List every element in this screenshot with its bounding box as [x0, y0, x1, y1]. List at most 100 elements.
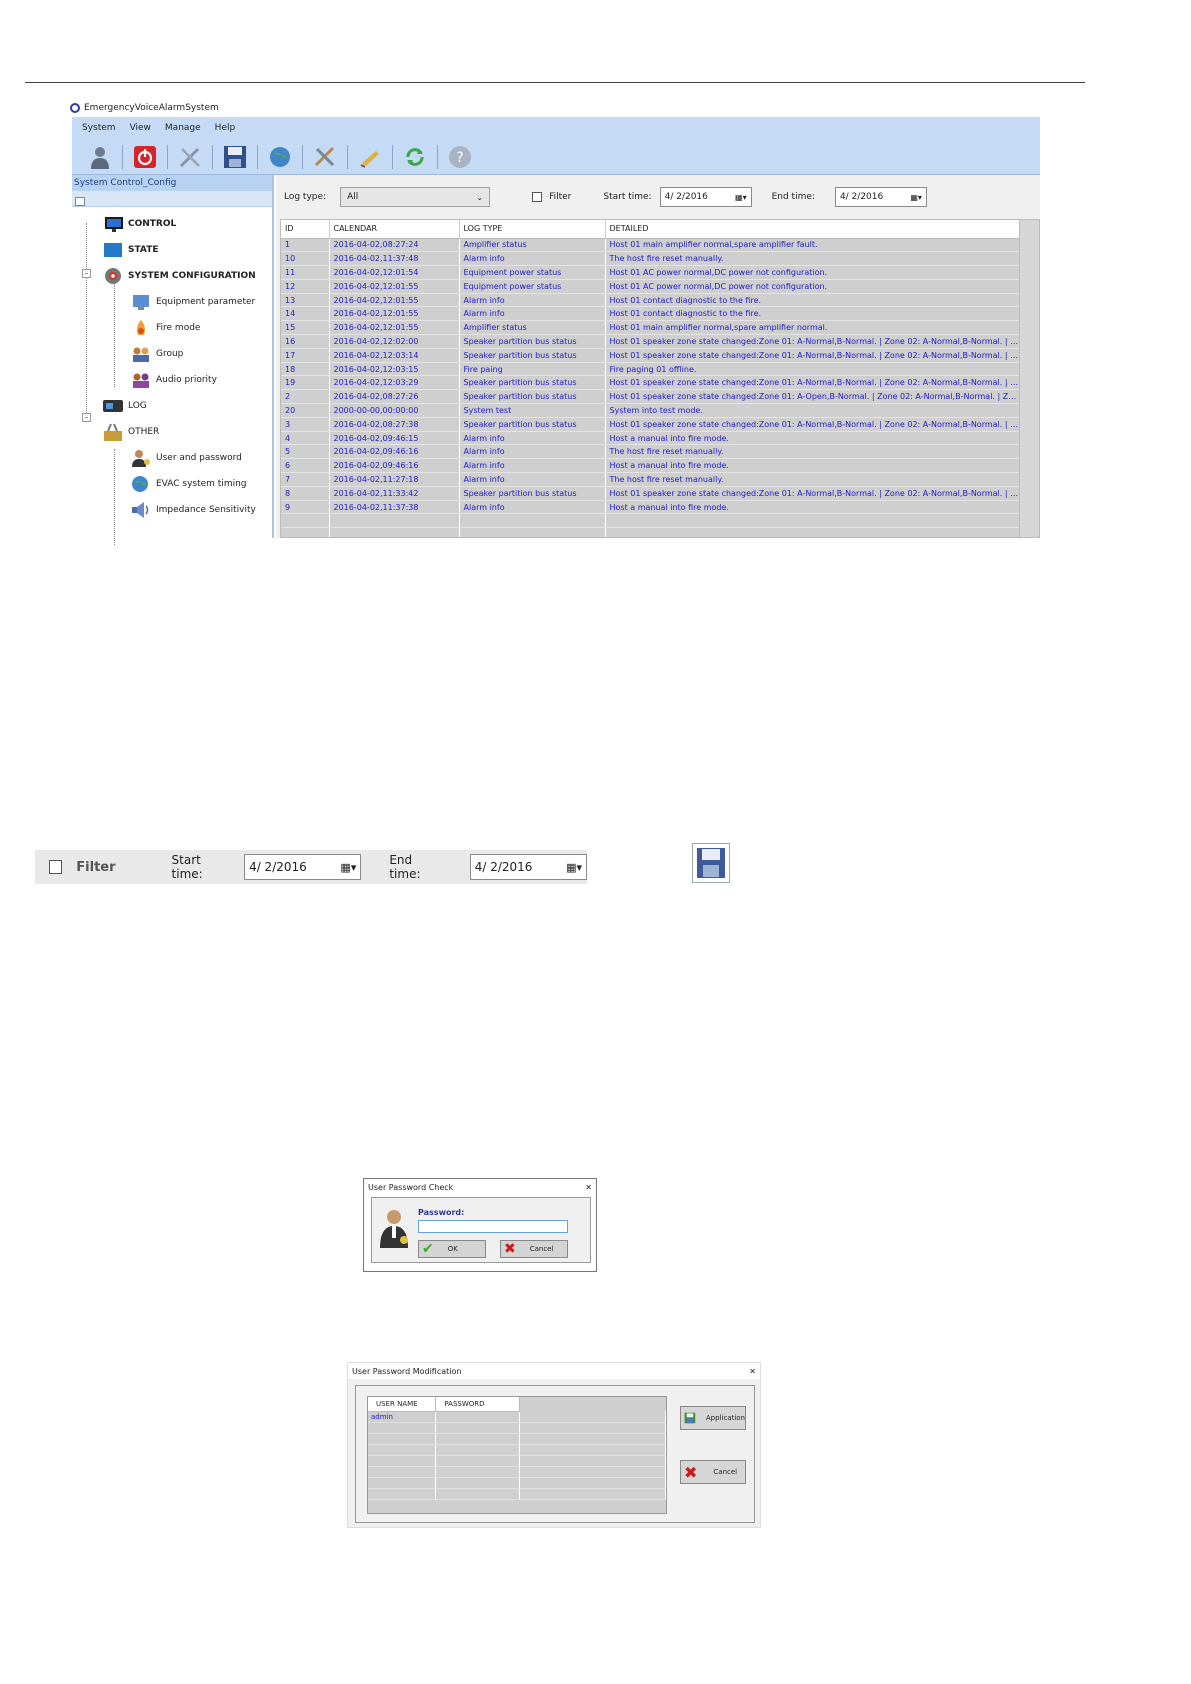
cell-password [435, 1411, 521, 1423]
cell-detailed: Fire paging 01 offline. [605, 362, 1022, 377]
save-icon[interactable] [219, 142, 251, 172]
table-row[interactable]: 19 2016-04-02,12:03:29 Speaker partition b… [281, 375, 1022, 391]
menu-system[interactable]: System [82, 123, 116, 133]
calendar-icon[interactable]: ▦▾ [735, 193, 747, 202]
column-header-log-type[interactable]: LOG TYPE [459, 220, 606, 239]
table-row[interactable]: 7 2016-04-02,11:27:18 Alarm info The host f… [281, 472, 1022, 487]
filter-checkbox[interactable] [49, 860, 63, 874]
copy-icon[interactable] [75, 197, 85, 206]
tree-item-other[interactable]: OTHER [72, 419, 272, 445]
calendar-icon[interactable]: ▦▾ [340, 861, 356, 874]
globe-icon[interactable] [264, 142, 296, 172]
user-table-body: admin [368, 1411, 666, 1500]
column-header-calendar[interactable]: CALENDAR [329, 220, 460, 239]
log-grid: ID CALENDAR LOG TYPE DETAILED 1 2016-04-0… [280, 219, 1040, 538]
help-icon[interactable]: ? [444, 142, 476, 172]
filter-label: Filter [76, 859, 116, 875]
power-icon[interactable] [129, 142, 161, 172]
table-row[interactable]: 14 2016-04-02,12:01:55 Alarm info Host 01 c… [281, 306, 1022, 322]
password-check-dialog: User Password Check ✕ Password: ✔ OK ✖ C… [363, 1178, 597, 1272]
cell-log-type: Alarm info [459, 306, 606, 322]
close-icon[interactable]: ✕ [749, 1367, 756, 1376]
table-row[interactable]: 2 2016-04-02,08:27:26 Speaker partition bu… [281, 389, 1022, 405]
cancel-button[interactable]: ✖ Cancel [500, 1240, 568, 1258]
app-title-bar: EmergencyVoiceAlarmSystem [70, 100, 219, 116]
table-row[interactable]: 9 2016-04-02,11:37:38 Alarm info Host a man… [281, 500, 1022, 515]
menu-view[interactable]: View [130, 123, 151, 133]
column-header-password[interactable]: PASSWORD [435, 1397, 521, 1412]
table-row[interactable]: 6 2016-04-02,09:46:16 Alarm info Host a man… [281, 458, 1022, 474]
table-row[interactable]: 4 2016-04-02,09:46:15 Alarm info Host a man… [281, 431, 1022, 446]
menu-manage[interactable]: Manage [165, 123, 201, 133]
ok-button[interactable]: ✔ OK [418, 1240, 486, 1258]
clean-icon[interactable] [354, 142, 386, 172]
table-row[interactable]: 16 2016-04-02,12:02:00 Speaker partition b… [281, 334, 1022, 349]
tree-item-system-configuration[interactable]: SYSTEM CONFIGURATION [72, 263, 272, 289]
table-row[interactable]: 11 2016-04-02,12:01:54 Equipment power sta… [281, 265, 1022, 280]
cell-id: 5 [281, 444, 330, 460]
speaker-icon [130, 501, 152, 519]
close-icon[interactable]: ✕ [585, 1183, 592, 1192]
start-time-picker[interactable]: 4/ 2/2016 ▦▾ [659, 187, 752, 207]
log-type-select[interactable]: All ⌄ [340, 187, 491, 207]
cell-id: 17 [281, 348, 330, 363]
tree-item-equipment-parameter[interactable]: Equipment parameter [72, 289, 272, 315]
table-row[interactable]: 8 2016-04-02,11:33:42 Speaker partition bu… [281, 486, 1022, 501]
table-row [368, 1455, 666, 1467]
cell-detailed: Host a manual into fire mode. [605, 500, 1022, 515]
refresh-icon[interactable] [399, 142, 431, 172]
menu-help[interactable]: Help [215, 123, 236, 133]
table-row[interactable]: 17 2016-04-02,12:03:14 Speaker partition b… [281, 348, 1022, 363]
cell-log-type: Alarm info [459, 444, 606, 460]
calendar-icon[interactable]: ▦▾ [910, 193, 922, 202]
cell-log-type: Alarm info [459, 472, 606, 487]
calendar-icon[interactable]: ▦▾ [566, 861, 582, 874]
column-header-user-name[interactable]: USER NAME [368, 1397, 437, 1412]
user-table: USER NAME PASSWORD admin [368, 1397, 666, 1500]
menu-bar: System View Manage Help [72, 117, 1040, 139]
table-row[interactable]: 3 2016-04-02,08:27:38 Speaker partition bu… [281, 417, 1022, 432]
log-grid-scrollbar[interactable] [1019, 220, 1039, 537]
end-time-picker[interactable]: 4/ 2/2016 ▦▾ [834, 187, 927, 207]
tree-item-log[interactable]: LOG [72, 393, 272, 419]
password-input[interactable] [418, 1220, 568, 1233]
tree-item-fire-mode[interactable]: Fire mode [72, 315, 272, 341]
cell-log-type: Alarm info [459, 251, 606, 267]
table-row-empty [281, 527, 1022, 537]
cell-log-type: Speaker partition bus status [459, 486, 606, 501]
table-row[interactable]: 10 2016-04-02,11:37:48 Alarm info The host … [281, 251, 1022, 267]
tree-item-control[interactable]: CONTROL [72, 211, 272, 237]
tree-item-group[interactable]: Group [72, 341, 272, 367]
save-icon[interactable] [692, 843, 730, 883]
cell-id: 14 [281, 306, 330, 322]
end-time-picker[interactable]: 4/ 2/2016 ▦▾ [469, 854, 587, 880]
tree-item-user-and-password[interactable]: User and password [72, 445, 272, 471]
settings-icon[interactable] [309, 142, 341, 172]
tree-item-impedance-sensitivity[interactable]: Impedance Sensitivity [72, 497, 272, 523]
table-row[interactable]: 20 2000-00-00,00:00:00 System test System i… [281, 403, 1022, 418]
table-row[interactable]: 15 2016-04-02,12:01:55 Amplifier status Hos… [281, 320, 1022, 336]
table-row[interactable]: 1 2016-04-02,08:27:24 Amplifier status Host… [281, 238, 1022, 253]
cancel-button[interactable]: ✖ Cancel [680, 1460, 746, 1484]
cell-id: 19 [281, 375, 330, 391]
table-row[interactable]: 18 2016-04-02,12:03:15 Fire paing Fire pagi… [281, 362, 1022, 377]
filter-checkbox[interactable] [532, 192, 543, 202]
column-header-detailed[interactable]: DETAILED [605, 220, 1022, 239]
tree-item-state[interactable]: STATE [72, 237, 272, 263]
table-row[interactable]: 13 2016-04-02,12:01:55 Alarm info Host 01 c… [281, 293, 1022, 308]
tools-icon[interactable] [174, 142, 206, 172]
application-button[interactable]: Application [680, 1406, 746, 1430]
cross-icon: ✖ [684, 1462, 698, 1482]
tree-item-evac-system-timing[interactable]: EVAC system timing [72, 471, 272, 497]
cell-id: 12 [281, 279, 330, 294]
table-row[interactable]: admin [368, 1411, 666, 1423]
user-icon[interactable] [84, 142, 116, 172]
table-row [368, 1422, 666, 1434]
table-row[interactable]: 5 2016-04-02,09:46:16 Alarm info The host f… [281, 444, 1022, 460]
tree-item-audio-priority[interactable]: Audio priority [72, 367, 272, 393]
start-time-picker[interactable]: 4/ 2/2016 ▦▾ [244, 854, 362, 880]
column-header-id[interactable]: ID [281, 220, 330, 239]
cell-calendar: 2016-04-02,08:27:24 [329, 238, 460, 253]
table-row[interactable]: 12 2016-04-02,12:01:55 Equipment power sta… [281, 279, 1022, 294]
fire-icon [130, 319, 152, 337]
